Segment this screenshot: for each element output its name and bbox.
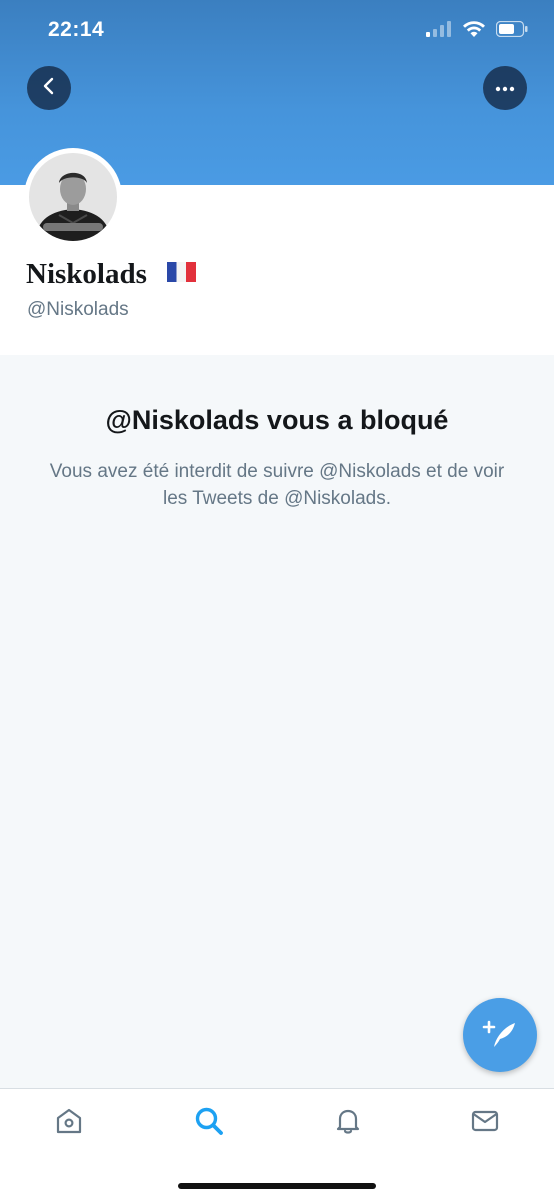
blocked-title: @Niskolads vous a bloqué — [105, 405, 449, 435]
compose-tweet-icon — [482, 1017, 518, 1054]
chevron-left-icon — [41, 77, 57, 100]
tab-messages[interactable] — [469, 1107, 501, 1139]
tab-search[interactable] — [193, 1107, 225, 1139]
avatar[interactable] — [24, 148, 122, 246]
home-indicator — [178, 1183, 376, 1189]
avatar-photo — [29, 153, 117, 241]
more-options-button[interactable] — [483, 66, 527, 110]
back-button[interactable] — [27, 66, 71, 110]
profile-handle: @Niskolads — [27, 299, 129, 320]
display-name: Niskolads — [26, 258, 147, 290]
tab-home[interactable] — [53, 1107, 85, 1139]
display-name-row: Niskolads 🇫🇷 — [26, 258, 196, 291]
bell-icon — [333, 1106, 363, 1141]
signal-icon — [426, 21, 452, 42]
wifi-icon — [462, 20, 486, 43]
compose-tweet-button[interactable] — [463, 998, 537, 1072]
tab-notifications[interactable] — [332, 1107, 364, 1139]
battery-icon — [495, 20, 528, 42]
home-icon — [54, 1106, 84, 1141]
status-time: 22:14 — [48, 18, 105, 41]
france-flag-icon — [166, 262, 196, 287]
search-icon — [194, 1106, 224, 1141]
status-icons — [426, 20, 528, 43]
blocked-description: Vous avez été interdit de suivre @Niskol… — [49, 461, 505, 509]
ellipsis-icon — [495, 79, 515, 97]
status-bar: 22:14 — [0, 0, 554, 60]
mail-icon — [470, 1106, 500, 1141]
